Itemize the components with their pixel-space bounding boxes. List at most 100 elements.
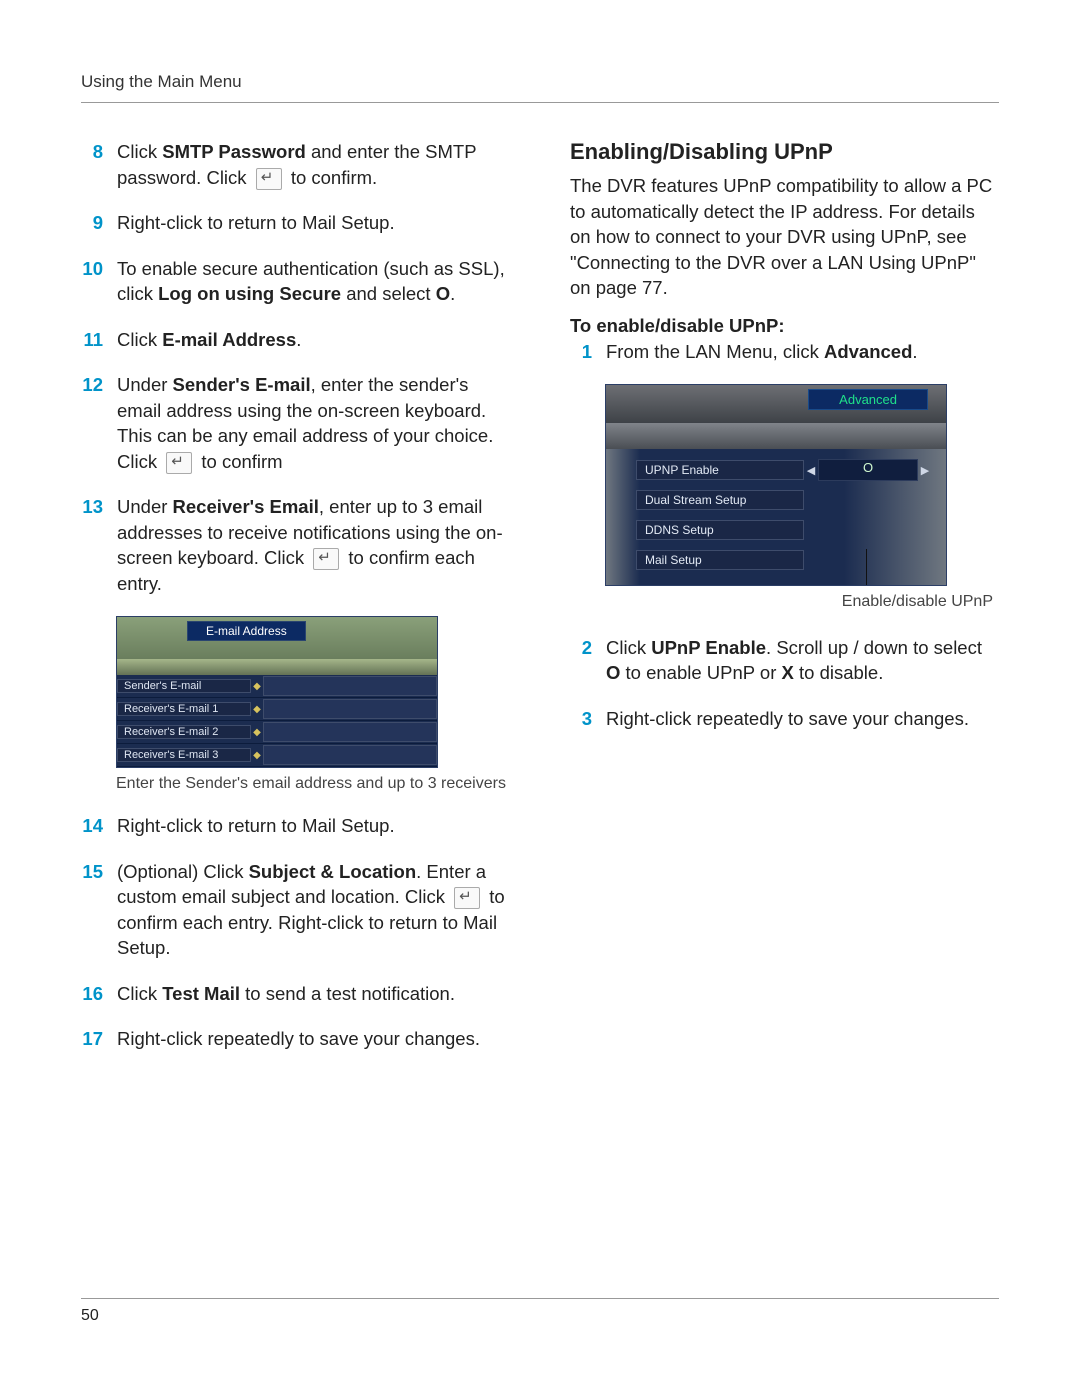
step-9: 9 Right-click to return to Mail Setup. <box>81 210 510 236</box>
step-number: 14 <box>81 813 103 839</box>
text: From the LAN Menu, click <box>606 341 824 362</box>
step-text: Under Receiver's Email, enter up to 3 em… <box>117 494 510 596</box>
text: to confirm. <box>286 167 378 188</box>
step-12: 12 Under Sender's E-mail, enter the send… <box>81 372 510 474</box>
r-step-3: 3 Right-click repeatedly to save your ch… <box>570 706 999 732</box>
figure-caption: Enter the Sender's email address and up … <box>116 774 510 795</box>
email-row: Receiver's E-mail 3◆ <box>117 744 437 767</box>
enter-key-icon <box>166 452 192 474</box>
bold: O <box>436 283 450 304</box>
step-number: 2 <box>570 635 592 686</box>
step-number: 8 <box>81 139 103 190</box>
text: to enable UPnP or <box>620 662 781 683</box>
row-label: UPNP Enable <box>636 460 804 480</box>
row-label: Receiver's E-mail 3 <box>117 748 251 762</box>
step-number: 17 <box>81 1026 103 1052</box>
text: Under <box>117 374 173 395</box>
header-rule <box>81 102 999 103</box>
subheading: To enable/disable UPnP: <box>570 315 999 337</box>
bold: Log on using Secure <box>158 283 341 304</box>
step-11: 11 Click E-mail Address. <box>81 327 510 353</box>
bold: X <box>782 662 794 683</box>
menu-row-mail: Mail Setup <box>636 547 932 573</box>
menu-row-upnp-enable: UPNP Enable◀O▶ <box>636 457 932 483</box>
r-step-2: 2 Click UPnP Enable. Scroll up / down to… <box>570 635 999 686</box>
email-row: Receiver's E-mail 2◆ <box>117 721 437 744</box>
figure-caption: Enable/disable UPnP <box>605 592 999 613</box>
bold: E-mail Address <box>162 329 296 350</box>
step-text: To enable secure authentication (such as… <box>117 256 510 307</box>
row-label: Sender's E-mail <box>117 679 251 693</box>
step-text: (Optional) Click Subject & Location. Ent… <box>117 859 510 961</box>
footer-rule <box>81 1298 999 1299</box>
right-column: Enabling/Disabling UPnP The DVR features… <box>570 139 999 1072</box>
bold: Advanced <box>824 341 912 362</box>
row-label: Dual Stream Setup <box>636 490 804 510</box>
step-8: 8 Click SMTP Password and enter the SMTP… <box>81 139 510 190</box>
advanced-screenshot: Advanced UPNP Enable◀O▶ Dual Stream Setu… <box>605 384 947 586</box>
text: to confirm <box>196 451 282 472</box>
bold: Receiver's Email <box>173 496 319 517</box>
step-17: 17 Right-click repeatedly to save your c… <box>81 1026 510 1052</box>
step-text: From the LAN Menu, click Advanced. <box>606 339 999 365</box>
email-row: Sender's E-mail◆ <box>117 675 437 698</box>
step-number: 3 <box>570 706 592 732</box>
row-label: Receiver's E-mail 2 <box>117 725 251 739</box>
step-number: 11 <box>81 327 103 353</box>
step-number: 9 <box>81 210 103 236</box>
text: to disable. <box>794 662 883 683</box>
row-label: Mail Setup <box>636 550 804 570</box>
bold: SMTP Password <box>162 141 306 162</box>
section-heading-upnp: Enabling/Disabling UPnP <box>570 139 999 165</box>
step-text: Right-click repeatedly to save your chan… <box>117 1026 510 1052</box>
step-text: Click E-mail Address. <box>117 327 510 353</box>
running-head: Using the Main Menu <box>81 72 999 92</box>
row-value: O <box>818 459 918 481</box>
intro-text: The DVR features UPnP compatibility to a… <box>570 173 999 301</box>
row-label: DDNS Setup <box>636 520 804 540</box>
bold: UPnP Enable <box>651 637 766 658</box>
email-row: Receiver's E-mail 1◆ <box>117 698 437 721</box>
text: . <box>912 341 917 362</box>
enter-key-icon <box>256 168 282 190</box>
step-text: Click Test Mail to send a test notificat… <box>117 981 510 1007</box>
step-number: 13 <box>81 494 103 596</box>
enter-key-icon <box>454 887 480 909</box>
text: Click <box>117 141 162 162</box>
text: and select <box>341 283 436 304</box>
bold: Test Mail <box>162 983 240 1004</box>
step-text: Click UPnP Enable. Scroll up / down to s… <box>606 635 999 686</box>
figure-email-address: E-mail Address Sender's E-mail◆ Receiver… <box>116 616 510 795</box>
text: (Optional) Click <box>117 861 249 882</box>
step-13: 13 Under Receiver's Email, enter up to 3… <box>81 494 510 596</box>
text: Click <box>117 329 162 350</box>
page-number: 50 <box>81 1307 999 1325</box>
text: . Scroll up / down to select <box>766 637 982 658</box>
callout-line <box>866 549 867 586</box>
text: Click <box>606 637 651 658</box>
bold: O <box>606 662 620 683</box>
step-number: 12 <box>81 372 103 474</box>
menu-row-dual-stream: Dual Stream Setup <box>636 487 932 513</box>
bold: Subject & Location <box>249 861 417 882</box>
step-number: 15 <box>81 859 103 961</box>
footer: 50 <box>81 1298 999 1325</box>
screenshot-title: Advanced <box>808 389 928 410</box>
menu-row-ddns: DDNS Setup <box>636 517 932 543</box>
row-label: Receiver's E-mail 1 <box>117 702 251 716</box>
step-text: Under Sender's E-mail, enter the sender'… <box>117 372 510 474</box>
figure-advanced: Advanced UPNP Enable◀O▶ Dual Stream Setu… <box>605 384 999 613</box>
text: Click <box>117 983 162 1004</box>
text: to send a test notification. <box>240 983 455 1004</box>
enter-key-icon <box>313 548 339 570</box>
text: . <box>296 329 301 350</box>
step-number: 16 <box>81 981 103 1007</box>
step-number: 10 <box>81 256 103 307</box>
bold: Sender's E-mail <box>173 374 311 395</box>
r-step-1: 1 From the LAN Menu, click Advanced. <box>570 339 999 365</box>
step-text: Right-click to return to Mail Setup. <box>117 813 510 839</box>
text: . <box>450 283 455 304</box>
screenshot-title: E-mail Address <box>187 621 306 641</box>
step-text: Click SMTP Password and enter the SMTP p… <box>117 139 510 190</box>
step-16: 16 Click Test Mail to send a test notifi… <box>81 981 510 1007</box>
